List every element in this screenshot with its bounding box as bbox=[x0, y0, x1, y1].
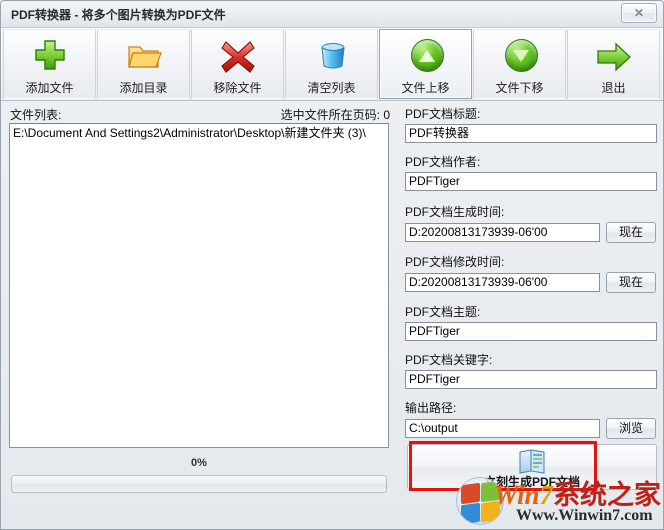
pdf-document-icon bbox=[517, 448, 547, 474]
field-pdf-title: PDF文档标题: PDF转换器 bbox=[405, 105, 659, 143]
selected-file-page-label: 选中文件所在页码: 0 bbox=[280, 108, 390, 122]
toolbar-button-label: 添加文件 bbox=[25, 81, 74, 95]
toolbar: 添加文件 添加目录 移除文件 清空列表 文件上移 文件下移 退出 bbox=[1, 28, 663, 101]
red-x-icon bbox=[216, 34, 260, 78]
left-panel: 文件列表: 选中文件所在页码: 0 E:\Document And Settin… bbox=[1, 101, 397, 529]
toolbar-button-label: 添加目录 bbox=[119, 81, 168, 95]
toolbar-button-remove-file[interactable]: 移除文件 bbox=[191, 29, 284, 99]
pdf-keywords-input[interactable]: PDFTiger bbox=[405, 370, 657, 389]
close-icon: ✕ bbox=[633, 6, 645, 20]
field-label: PDF文档生成时间: bbox=[405, 205, 505, 219]
progress-bar bbox=[11, 475, 387, 493]
toolbar-button-label: 移除文件 bbox=[213, 81, 262, 95]
field-pdf-created: PDF文档生成时间: D:20200813173939-06'00 现在 bbox=[405, 203, 659, 243]
application-window: PDF转换器 - 将多个图片转换为PDF文件 ✕ 添加文件 添加目录 移除文件 … bbox=[0, 0, 664, 530]
pdf-created-now-button[interactable]: 现在 bbox=[606, 222, 656, 243]
toolbar-button-move-up[interactable]: 文件上移 bbox=[379, 29, 472, 99]
pdf-title-input[interactable]: PDF转换器 bbox=[405, 124, 657, 143]
field-label: 输出路径: bbox=[405, 401, 457, 415]
toolbar-button-add-folder[interactable]: 添加目录 bbox=[97, 29, 190, 99]
toolbar-button-move-down[interactable]: 文件下移 bbox=[473, 29, 566, 99]
pdf-modified-input[interactable]: D:20200813173939-06'00 bbox=[405, 273, 600, 292]
window-title: PDF转换器 - 将多个图片转换为PDF文件 bbox=[11, 8, 226, 22]
yellow-folder-icon bbox=[122, 34, 166, 78]
green-up-arrow-icon bbox=[404, 34, 448, 78]
toolbar-button-clear-list[interactable]: 清空列表 bbox=[285, 29, 378, 99]
toolbar-button-add-file[interactable]: 添加文件 bbox=[3, 29, 96, 99]
file-list-box[interactable]: E:\Document And Settings2\Administrator\… bbox=[9, 123, 389, 448]
title-bar: PDF转换器 - 将多个图片转换为PDF文件 ✕ bbox=[1, 1, 663, 28]
field-pdf-modified: PDF文档修改时间: D:20200813173939-06'00 现在 bbox=[405, 253, 659, 293]
file-list-label: 文件列表: bbox=[10, 108, 62, 122]
field-pdf-author: PDF文档作者: PDFTiger bbox=[405, 153, 659, 191]
toolbar-button-label: 文件上移 bbox=[401, 81, 450, 95]
browse-button[interactable]: 浏览 bbox=[606, 418, 656, 439]
field-label: PDF文档主题: bbox=[405, 305, 481, 319]
toolbar-button-exit[interactable]: 退出 bbox=[567, 29, 660, 99]
close-button[interactable]: ✕ bbox=[621, 3, 657, 23]
field-label: PDF文档作者: bbox=[405, 155, 481, 169]
field-label: PDF文档修改时间: bbox=[405, 255, 505, 269]
progress-percent-label: 0% bbox=[191, 457, 207, 469]
main-window: PDF转换器 - 将多个图片转换为PDF文件 ✕ 添加文件 添加目录 移除文件 … bbox=[0, 0, 664, 530]
toolbar-button-label: 退出 bbox=[601, 81, 626, 95]
list-item[interactable]: E:\Document And Settings2\Administrator\… bbox=[10, 124, 388, 141]
green-plus-icon bbox=[28, 34, 72, 78]
generate-pdf-button[interactable]: 立刻生成PDF文档 bbox=[407, 444, 657, 490]
field-pdf-keywords: PDF文档关键字: PDFTiger bbox=[405, 351, 659, 389]
output-path-input[interactable]: C:\output bbox=[405, 419, 600, 438]
generate-pdf-label: 立刻生成PDF文档 bbox=[483, 475, 580, 489]
toolbar-button-label: 文件下移 bbox=[495, 81, 544, 95]
toolbar-button-label: 清空列表 bbox=[307, 81, 356, 95]
pdf-author-input[interactable]: PDFTiger bbox=[405, 172, 657, 191]
pdf-created-input[interactable]: D:20200813173939-06'00 bbox=[405, 223, 600, 242]
field-pdf-subject: PDF文档主题: PDFTiger bbox=[405, 303, 659, 341]
field-label: PDF文档关键字: bbox=[405, 353, 493, 367]
pdf-subject-input[interactable]: PDFTiger bbox=[405, 322, 657, 341]
pdf-modified-now-button[interactable]: 现在 bbox=[606, 272, 656, 293]
field-label: PDF文档标题: bbox=[405, 107, 481, 121]
blue-trash-icon bbox=[310, 34, 354, 78]
green-down-arrow-icon bbox=[498, 34, 542, 78]
field-output-path: 输出路径: C:\output 浏览 bbox=[405, 399, 659, 439]
green-right-arrow-icon bbox=[592, 34, 636, 78]
